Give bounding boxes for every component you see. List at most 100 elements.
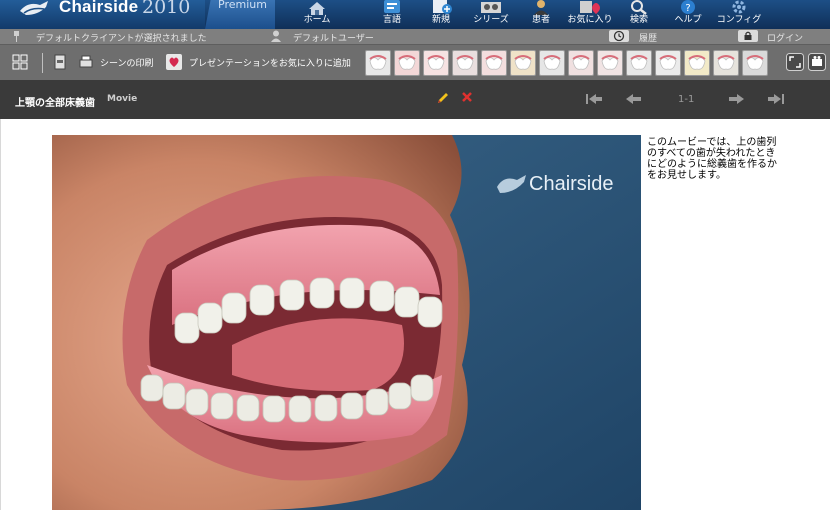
watermark-text: Chairside [529,173,613,195]
nav-config[interactable]: コンフィグ [714,0,764,29]
nav-language-label: 言語 [382,15,401,25]
nav-config-label: コンフィグ [716,15,762,25]
scene-thumbnail[interactable] [626,50,652,76]
scene-description: このムービーでは、上の歯列のすべての歯が失われたときにどのように総義歯を作るかを… [647,137,777,181]
nav-help[interactable]: ? ヘルプ [663,0,713,29]
history-button[interactable] [609,30,629,42]
toolbar-divider [42,53,43,73]
lower-tooth [388,382,412,410]
scene-type-tag: Movie [107,94,138,104]
scene-thumbnail[interactable] [713,50,739,76]
last-page-icon[interactable] [766,92,786,106]
brand-year: 2010 [142,0,191,18]
print-scene-button[interactable]: シーンの印刷 [100,56,154,69]
login-button[interactable] [738,30,758,42]
new-icon [433,0,452,14]
scene-thumbnail[interactable] [423,50,449,76]
history-link[interactable]: 履歴 [639,31,657,44]
nav-language[interactable]: 言語 [367,0,417,29]
search-icon [631,0,647,15]
scene-thumbnail[interactable] [365,50,391,76]
expand-icon[interactable] [786,53,804,71]
client-status: デフォルトクライアントが選択されました [36,34,207,44]
lower-tooth [340,392,364,420]
previous-page-icon[interactable] [624,92,644,106]
language-icon [384,0,400,13]
lower-tooth [288,395,312,423]
scene-thumbnail[interactable] [742,50,768,76]
delete-x-icon[interactable] [461,91,473,103]
upper-tooth [279,279,305,311]
favorites-icon [580,1,600,14]
lower-tooth [262,395,286,423]
scene-thumbnail[interactable] [452,50,478,76]
next-page-icon[interactable] [726,92,746,106]
patient-icon [534,0,548,15]
page-indicator: 1-1 [678,94,695,105]
series-icon [481,2,501,13]
document-icon[interactable] [52,54,68,70]
heart-icon[interactable] [166,54,182,70]
nav-help-label: ヘルプ [674,15,702,25]
content-left-border [0,119,1,510]
user-status: デフォルトユーザー [293,34,374,44]
nav-new-label: 新規 [431,15,450,25]
denture-movie-frame: Chairside [52,135,641,510]
lower-tooth [162,382,186,410]
scene-thumbnail[interactable] [684,50,710,76]
chairside-logo-icon [20,1,48,15]
lower-tooth [140,374,164,402]
upper-tooth [221,292,247,324]
scene-thumbnail[interactable] [568,50,594,76]
print-icon[interactable] [78,54,94,70]
top-bar: Chairside 2010 Premium ホーム 言語 新規 シリーズ 患者… [0,0,830,29]
lower-tooth [365,388,389,416]
first-page-icon[interactable] [584,92,604,106]
lower-tooth [314,394,338,422]
upper-tooth [394,286,420,318]
upper-tooth [339,277,365,309]
nav-search-label: 検索 [629,15,648,25]
nav-favorites[interactable]: お気に入り [565,0,615,29]
scene-title: 上顎の全部床義歯 [15,98,95,109]
lower-tooth [410,374,434,402]
edition-badge: Premium [205,0,275,29]
help-icon: ? [681,0,695,14]
pin-icon [14,31,19,42]
scene-thumbnail[interactable] [539,50,565,76]
edit-pencil-icon[interactable] [436,91,450,105]
brand-name: Chairside [59,0,139,16]
nav-home-label: ホーム [303,15,331,25]
lock-icon [744,31,752,40]
nav-patient[interactable]: 患者 [516,0,566,29]
upper-tooth [309,277,335,309]
scene-thumbnail[interactable] [481,50,507,76]
nav-series[interactable]: シリーズ [466,0,516,29]
lower-tooth [210,392,234,420]
film-icon[interactable] [808,53,826,71]
nav-search[interactable]: 検索 [614,0,664,29]
scene-thumbnail[interactable] [597,50,623,76]
upper-tooth [197,302,223,334]
lower-tooth [236,394,260,422]
scene-thumbnail[interactable] [510,50,536,76]
lower-tooth [185,388,209,416]
scene-thumbnail[interactable] [394,50,420,76]
toolbar: シーンの印刷 プレゼンテーションをお気に入りに追加 [0,45,830,80]
config-icon [732,0,746,14]
add-favorite-button[interactable]: プレゼンテーションをお気に入りに追加 [189,56,351,69]
nav-series-label: シリーズ [473,15,509,25]
upper-tooth [249,284,275,316]
clock-icon [613,30,625,42]
login-link[interactable]: ログイン [767,31,803,44]
upper-tooth [417,296,443,328]
scene-thumbnail[interactable] [655,50,681,76]
nav-favorites-label: お気に入り [567,15,613,25]
movie-player[interactable]: Chairside [52,135,641,510]
fullscreen-grid-icon[interactable] [12,54,28,70]
nav-patient-label: 患者 [531,15,550,25]
nav-home[interactable]: ホーム [292,0,342,29]
nav-new[interactable]: 新規 [416,0,466,29]
home-icon [309,2,325,15]
svg-text:?: ? [685,3,690,14]
